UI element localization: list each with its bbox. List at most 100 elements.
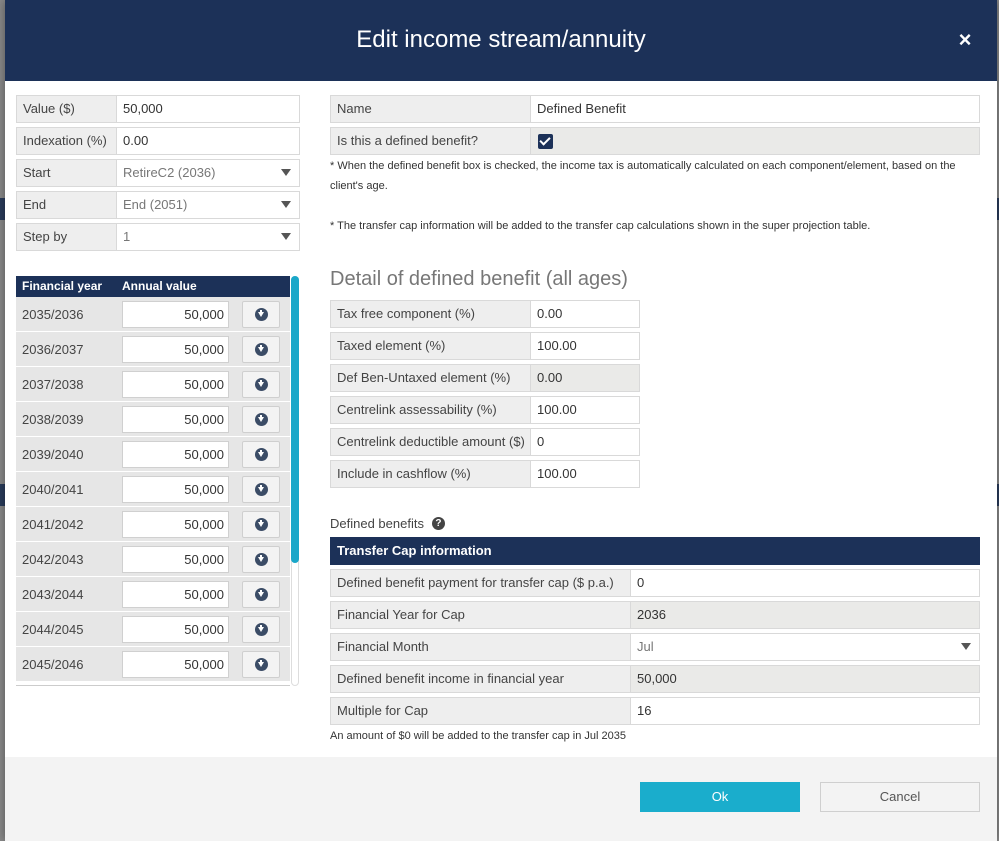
cap-month-select[interactable]: Jul xyxy=(630,633,980,661)
close-icon[interactable]: × xyxy=(955,28,975,52)
chevron-down-icon xyxy=(281,201,291,208)
chevron-down-icon xyxy=(281,233,291,240)
table-row: 2045/2046 50,000 xyxy=(16,647,290,682)
table-row: 2040/2041 50,000 xyxy=(16,472,290,507)
indexation-input[interactable]: 0.00 xyxy=(116,127,300,155)
dialog-header: Edit income stream/annuity × xyxy=(5,0,997,81)
indexation-field: Indexation (%) 0.00 xyxy=(16,127,300,155)
fill-down-button[interactable] xyxy=(242,475,280,503)
cap-fy-label: Financial Year for Cap xyxy=(330,601,630,629)
transfer-cap-header: Transfer Cap information xyxy=(330,537,980,565)
annual-value-input[interactable]: 50,000 xyxy=(122,335,229,363)
fill-down-button[interactable] xyxy=(242,300,280,328)
defined-benefits-text: Defined benefits xyxy=(330,516,424,531)
annual-value-input[interactable]: 50,000 xyxy=(122,545,229,573)
cap-payment-label: Defined benefit payment for transfer cap… xyxy=(330,569,630,597)
cap-multiple-label: Multiple for Cap xyxy=(330,697,630,725)
annual-value-input[interactable]: 50,000 xyxy=(122,510,229,538)
annual-value-input[interactable]: 50,000 xyxy=(122,615,229,643)
arrow-down-circle-icon xyxy=(254,377,268,391)
note-tax: * When the defined benefit box is checke… xyxy=(330,160,956,192)
start-label: Start xyxy=(16,159,116,187)
fill-down-button[interactable] xyxy=(242,510,280,538)
table-scrollbar-thumb[interactable] xyxy=(291,276,299,563)
start-select[interactable]: RetireC2 (2036) xyxy=(116,159,300,187)
help-icon[interactable]: ? xyxy=(431,517,445,530)
arrow-down-circle-icon xyxy=(254,412,268,426)
tax-free-label: Tax free component (%) xyxy=(330,300,530,328)
detail-section-title: Detail of defined benefit (all ages) xyxy=(330,268,628,290)
cap-month-label: Financial Month xyxy=(330,633,630,661)
centrelink-assess-input[interactable]: 100.00 xyxy=(530,396,640,424)
financial-year-cell: 2036/2037 xyxy=(22,341,84,357)
defined-benefit-checkbox[interactable] xyxy=(538,134,553,149)
fill-down-button[interactable] xyxy=(242,335,280,363)
step-by-value: 1 xyxy=(123,229,131,244)
cap-multiple-input[interactable]: 16 xyxy=(630,697,980,725)
annual-value-input[interactable]: 50,000 xyxy=(122,650,229,678)
cap-fy-value: 2036 xyxy=(630,601,980,629)
defined-benefit-field: Is this a defined benefit? xyxy=(330,127,980,155)
value-field: Value ($) 50,000 xyxy=(16,95,300,123)
annual-value-input[interactable]: 50,000 xyxy=(122,370,229,398)
annual-value-input[interactable]: 50,000 xyxy=(122,440,229,468)
tax-free-field: Tax free component (%) 0.00 xyxy=(330,300,640,328)
value-input[interactable]: 50,000 xyxy=(116,95,300,123)
name-input[interactable]: Defined Benefit xyxy=(530,95,980,123)
taxed-label: Taxed element (%) xyxy=(330,332,530,360)
defined-benefits-label: Defined benefits ? xyxy=(330,516,445,531)
centrelink-deduct-input[interactable]: 0 xyxy=(530,428,640,456)
cashflow-input[interactable]: 100.00 xyxy=(530,460,640,488)
table-header: Financial year Annual value xyxy=(16,276,290,297)
untaxed-field: Def Ben-Untaxed element (%) 0.00 xyxy=(330,364,640,392)
arrow-down-circle-icon xyxy=(254,307,268,321)
fill-down-button[interactable] xyxy=(242,580,280,608)
financial-year-cell: 2045/2046 xyxy=(22,656,84,672)
annual-value-input[interactable]: 50,000 xyxy=(122,580,229,608)
cap-month-field: Financial Month Jul xyxy=(330,633,980,661)
fill-down-button[interactable] xyxy=(242,615,280,643)
centrelink-assess-field: Centrelink assessability (%) 100.00 xyxy=(330,396,640,424)
dialog-title: Edit income stream/annuity xyxy=(356,26,646,53)
indexation-label: Indexation (%) xyxy=(16,127,116,155)
chevron-down-icon xyxy=(281,169,291,176)
financial-year-cell: 2041/2042 xyxy=(22,516,84,532)
financial-year-cell: 2042/2043 xyxy=(22,551,84,567)
start-field: Start RetireC2 (2036) xyxy=(16,159,300,187)
fill-down-button[interactable] xyxy=(242,440,280,468)
cap-income-label: Defined benefit income in financial year xyxy=(330,665,630,693)
fill-down-button[interactable] xyxy=(242,405,280,433)
fill-down-button[interactable] xyxy=(242,545,280,573)
cap-payment-input[interactable]: 0 xyxy=(630,569,980,597)
arrow-down-circle-icon xyxy=(254,447,268,461)
financial-year-cell: 2040/2041 xyxy=(22,481,84,497)
arrow-down-circle-icon xyxy=(254,657,268,671)
defined-benefit-cell xyxy=(530,127,980,155)
table-row: 2039/2040 50,000 xyxy=(16,437,290,472)
ok-button[interactable]: Ok xyxy=(640,782,800,812)
arrow-down-circle-icon xyxy=(254,622,268,636)
taxed-input[interactable]: 100.00 xyxy=(530,332,640,360)
centrelink-assess-label: Centrelink assessability (%) xyxy=(330,396,530,424)
tax-free-input[interactable]: 0.00 xyxy=(530,300,640,328)
financial-year-cell: 2043/2044 xyxy=(22,586,84,602)
fill-down-button[interactable] xyxy=(242,370,280,398)
col-annual-value: Annual value xyxy=(122,279,197,293)
step-by-field: Step by 1 xyxy=(16,223,300,251)
cap-income-field: Defined benefit income in financial year… xyxy=(330,665,980,693)
annual-value-input[interactable]: 50,000 xyxy=(122,475,229,503)
cashflow-label: Include in cashflow (%) xyxy=(330,460,530,488)
end-select[interactable]: End (2051) xyxy=(116,191,300,219)
financial-year-cell: 2037/2038 xyxy=(22,376,84,392)
defined-benefit-label: Is this a defined benefit? xyxy=(330,127,530,155)
cashflow-field: Include in cashflow (%) 100.00 xyxy=(330,460,640,488)
cancel-button[interactable]: Cancel xyxy=(820,782,980,812)
annual-value-input[interactable]: 50,000 xyxy=(122,405,229,433)
table-row: 2044/2045 50,000 xyxy=(16,612,290,647)
arrow-down-circle-icon xyxy=(254,342,268,356)
untaxed-label: Def Ben-Untaxed element (%) xyxy=(330,364,530,392)
annual-value-input[interactable]: 50,000 xyxy=(122,300,229,328)
fill-down-button[interactable] xyxy=(242,650,280,678)
step-by-select[interactable]: 1 xyxy=(116,223,300,251)
edit-income-dialog: Edit income stream/annuity × Value ($) 5… xyxy=(5,0,997,841)
